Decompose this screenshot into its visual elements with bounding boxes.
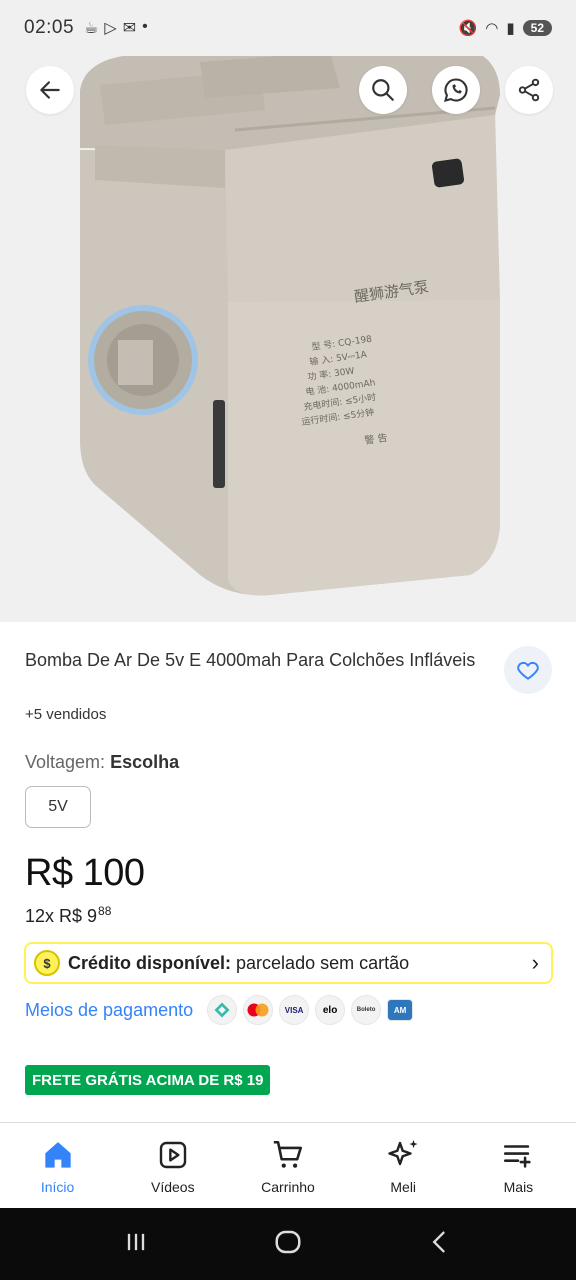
payment-methods[interactable]: Meios de pagamento VISA elo Boleto AM	[25, 992, 555, 1028]
home-system-button[interactable]	[273, 1227, 303, 1262]
bottom-navigation: Início Vídeos Carrinho Meli Mais	[0, 1122, 576, 1208]
product-image-gallery[interactable]: 醒狮游气泵 型 号: CQ-198 输 入: 5V⎓1A 功 率: 30W 电 …	[0, 0, 576, 622]
credit-text: Crédito disponível: parcelado sem cartão	[68, 953, 409, 974]
nav-item-meli[interactable]: Meli	[346, 1123, 461, 1208]
pix-icon	[207, 995, 238, 1025]
menu-plus-icon	[501, 1137, 535, 1173]
sparkle-icon	[385, 1137, 421, 1173]
favorite-button[interactable]	[504, 646, 552, 694]
arrow-left-icon	[40, 81, 60, 99]
nav-item-mais[interactable]: Mais	[461, 1123, 576, 1208]
nav-item-videos[interactable]: Vídeos	[115, 1123, 230, 1208]
chevron-right-icon: ›	[531, 950, 539, 975]
whatsapp-share-button[interactable]	[432, 66, 480, 114]
nav-label-carrinho: Carrinho	[261, 1179, 315, 1195]
variant-value: Escolha	[110, 752, 180, 772]
coin-icon: $	[34, 950, 60, 976]
home-circle-icon	[275, 1230, 301, 1253]
installments-cents: 88	[98, 904, 112, 918]
recent-apps-icon	[127, 1233, 144, 1250]
heart-icon	[517, 661, 539, 680]
signal-icon: ▮	[506, 20, 515, 37]
credit-label: Crédito disponível:	[68, 952, 232, 973]
payment-methods-link[interactable]: Meios de pagamento	[25, 1000, 193, 1021]
visa-icon: VISA	[279, 995, 310, 1025]
nav-item-inicio[interactable]: Início	[0, 1123, 115, 1208]
notification-icons: ☕ ▷ ✉ •	[84, 18, 148, 38]
back-system-button[interactable]	[426, 1228, 454, 1261]
elo-icon: elo	[315, 995, 346, 1025]
credit-banner[interactable]: $ Crédito disponível: parcelado sem cart…	[24, 942, 553, 984]
search-icon	[372, 79, 394, 101]
gmail-notification-icon: ✉	[122, 20, 137, 37]
home-icon	[42, 1137, 74, 1173]
nav-item-carrinho[interactable]: Carrinho	[230, 1123, 345, 1208]
variant-option-5v[interactable]: 5V	[25, 786, 91, 828]
mute-icon: 🔇	[458, 20, 478, 37]
recent-apps-button[interactable]	[122, 1228, 150, 1261]
status-right: 🔇 ◠ ▮ 52	[459, 19, 552, 37]
back-chevron-icon	[432, 1231, 445, 1252]
dot-icon: •	[142, 18, 148, 35]
wifi-icon: ◠	[485, 20, 499, 37]
nav-label-mais: Mais	[503, 1179, 534, 1195]
nav-label-inicio: Início	[40, 1179, 75, 1195]
share-button[interactable]	[505, 66, 553, 114]
status-time: 02:05	[24, 17, 75, 38]
cart-icon	[271, 1137, 305, 1173]
video-icon	[157, 1137, 189, 1173]
battery-badge: 52	[522, 20, 552, 36]
installments-amount: 12x R$ 9	[25, 906, 98, 926]
credit-description: parcelado sem cartão	[236, 952, 410, 973]
amex-icon: AM	[387, 999, 414, 1021]
share-icon	[518, 78, 540, 102]
play-notification-icon: ▷	[104, 20, 117, 37]
mastercard-icon	[243, 995, 274, 1025]
product-image: 醒狮游气泵 型 号: CQ-198 输 入: 5V⎓1A 功 率: 30W 电 …	[80, 45, 500, 596]
back-button[interactable]	[26, 66, 74, 114]
system-navigation-bar	[0, 1208, 576, 1280]
sold-count: +5 vendidos	[25, 706, 107, 723]
price: R$ 100	[25, 852, 145, 894]
nav-label-videos: Vídeos	[151, 1179, 195, 1195]
whatsapp-icon	[444, 78, 468, 102]
variant-name: Voltagem:	[25, 752, 106, 772]
nav-label-meli: Meli	[390, 1179, 417, 1195]
status-bar: 02:05 ☕ ▷ ✉ • 🔇 ◠ ▮ 52	[0, 0, 576, 56]
free-shipping-badge: FRETE GRÁTIS ACIMA DE R$ 19	[25, 1065, 271, 1095]
variant-label: Voltagem: Escolha	[25, 752, 179, 773]
app-notification-icon: ☕	[84, 20, 99, 37]
product-title: Bomba De Ar De 5v E 4000mah Para Colchõe…	[25, 650, 476, 670]
installments: 12x R$ 988	[25, 904, 111, 927]
search-button[interactable]	[359, 66, 407, 114]
boleto-icon: Boleto	[351, 995, 382, 1025]
